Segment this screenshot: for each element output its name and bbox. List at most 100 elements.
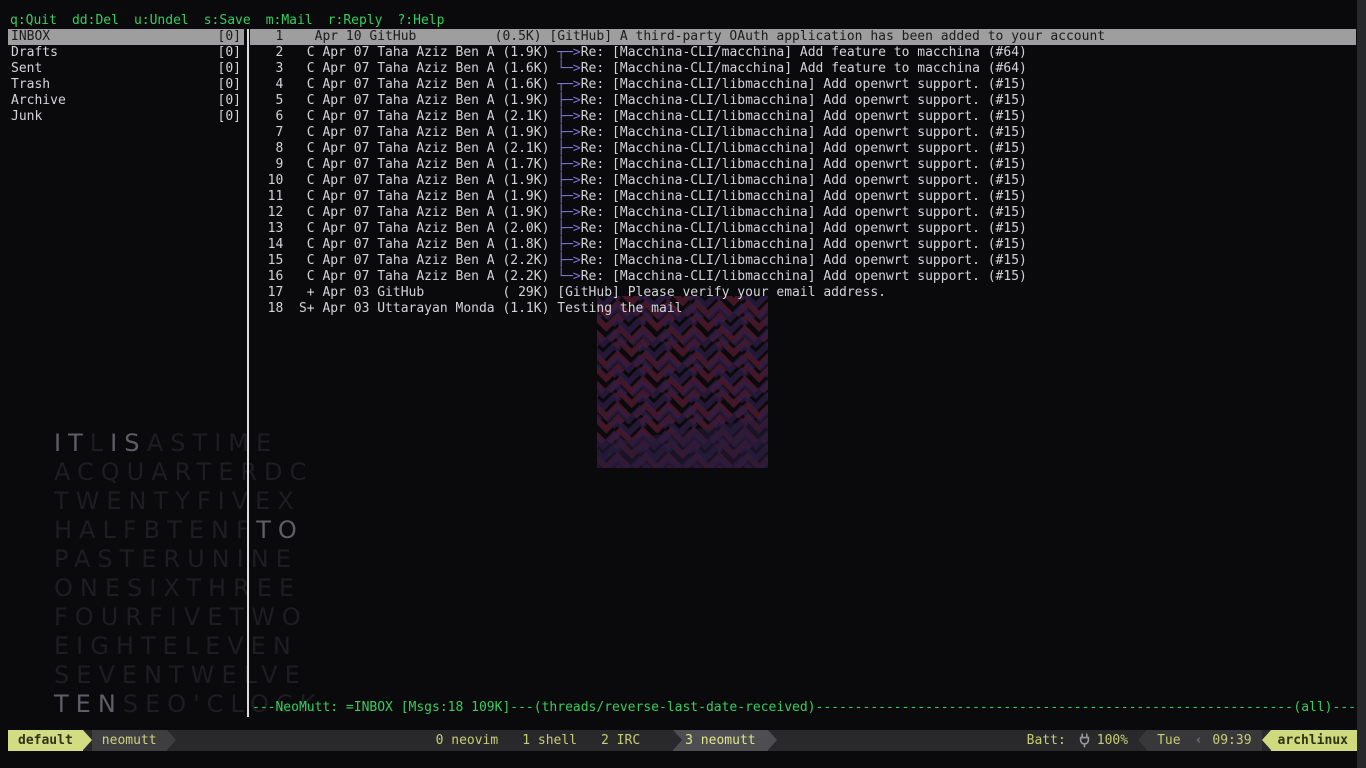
mail-row[interactable]: 17 + Apr 03 GitHub ( 29K) [GitHub] Pleas…: [250, 285, 1356, 301]
thread-arrow-icon: └─>: [557, 269, 580, 284]
wordclock-letters: IT: [54, 429, 90, 457]
mail-row[interactable]: 7 C Apr 07 Taha Aziz Ben A (1.9K) ├─>Re:…: [250, 125, 1356, 141]
mail-subject: Re: [Macchina-CLI/macchina] Add feature …: [581, 45, 1027, 60]
powerline-arrow-icon: [83, 730, 92, 750]
mail-row[interactable]: 11 C Apr 07 Taha Aziz Ben A (1.9K) ├─>Re…: [250, 189, 1356, 205]
menu-item-del[interactable]: dd:Del: [72, 13, 119, 28]
mail-meta: 1 Apr 10 GitHub (0.5K): [252, 29, 549, 44]
mail-row[interactable]: 6 C Apr 07 Taha Aziz Ben A (2.1K) ├─>Re:…: [250, 109, 1356, 125]
mail-row[interactable]: 3 C Apr 07 Taha Aziz Ben A (1.6K) └─>Re:…: [250, 61, 1356, 77]
mail-list: 1 Apr 10 GitHub (0.5K) [GitHub] A third-…: [250, 29, 1356, 317]
status-sort-all: (all)---: [1293, 700, 1356, 716]
menu-item-quit[interactable]: q:Quit: [10, 13, 57, 28]
wordclock-row: ACQUARTERDC: [54, 458, 322, 487]
menu-item-save[interactable]: s:Save: [204, 13, 251, 28]
power-plug-icon: [1078, 733, 1091, 748]
datetime-segment: Tue ‹ 09:39: [1147, 730, 1261, 751]
battery-label: Batt:: [1027, 730, 1072, 751]
mail-row[interactable]: 5 C Apr 07 Taha Aziz Ben A (1.9K) ├─>Re:…: [250, 93, 1356, 109]
mailbox-count: [0]: [218, 109, 241, 125]
thread-arrow-icon: ┬─>: [557, 45, 580, 60]
wordclock-letters: HALFBTENF: [54, 516, 256, 544]
maze-pattern-wallpaper: [597, 296, 768, 468]
mail-subject: Re: [Macchina-CLI/libmacchina] Add openw…: [581, 237, 1027, 252]
mail-row[interactable]: 8 C Apr 07 Taha Aziz Ben A (2.1K) ├─>Re:…: [250, 141, 1356, 157]
mail-subject: Re: [Macchina-CLI/libmacchina] Add openw…: [581, 77, 1027, 92]
wordclock-letters: FOURFIVETWO: [54, 603, 308, 631]
wordclock-row: ITLISASTIME: [54, 429, 322, 458]
tmux-window-2-IRC[interactable]: 2 IRC: [601, 730, 640, 751]
tmux-session-name[interactable]: default: [8, 730, 83, 751]
tmux-window-0-neovim[interactable]: 0 neovim: [436, 730, 499, 751]
mailbox-name: Trash: [11, 77, 50, 93]
sidebar-item-inbox[interactable]: INBOX[0]: [8, 29, 244, 45]
mail-subject: [GitHub] Please verify your email addres…: [557, 285, 886, 300]
thread-arrow-icon: ├─>: [557, 125, 580, 140]
wordclock-letters: TEN: [54, 690, 123, 718]
thread-arrow-icon: ├─>: [557, 173, 580, 188]
weekday-label: Tue: [1147, 730, 1188, 751]
menu-item-undel[interactable]: u:Undel: [134, 13, 189, 28]
thread-arrow-icon: ├─>: [557, 221, 580, 236]
mailbox-count: [0]: [218, 93, 241, 109]
mail-meta: 16 C Apr 07 Taha Aziz Ben A (2.2K): [252, 269, 557, 284]
mail-row[interactable]: 14 C Apr 07 Taha Aziz Ben A (1.8K) ├─>Re…: [250, 237, 1356, 253]
window-list: 0 neovim 1 shell 2 IRC 3 neomutt: [424, 730, 789, 751]
mail-subject: Re: [Macchina-CLI/libmacchina] Add openw…: [581, 93, 1027, 108]
mail-meta: 3 C Apr 07 Taha Aziz Ben A (1.6K): [252, 61, 557, 76]
wordclock-letters: ONESIXTHREE: [54, 574, 301, 602]
tmux-bar-spacer: [176, 730, 424, 751]
sidebar-item-drafts[interactable]: Drafts[0]: [8, 45, 244, 61]
tmux-window-3-neomutt[interactable]: 3 neomutt: [673, 730, 767, 751]
thread-arrow-icon: ├─>: [557, 205, 580, 220]
wordclock-row: EIGHTELEVEN: [54, 632, 322, 661]
mail-row[interactable]: 18 S+ Apr 03 Uttarayan Monda (1.1K) Test…: [250, 301, 1356, 317]
mail-row[interactable]: 4 C Apr 07 Taha Aziz Ben A (1.6K) ┬─>Re:…: [250, 77, 1356, 93]
sidebar-item-archive[interactable]: Archive[0]: [8, 93, 244, 109]
mail-meta: 6 C Apr 07 Taha Aziz Ben A (2.1K): [252, 109, 557, 124]
powerline-arrow-icon: [1262, 730, 1271, 750]
mail-row[interactable]: 9 C Apr 07 Taha Aziz Ben A (1.7K) ├─>Re:…: [250, 157, 1356, 173]
thread-arrow-icon: ├─>: [557, 189, 580, 204]
sidebar-item-trash[interactable]: Trash [0]: [8, 77, 244, 93]
mail-subject: Re: [Macchina-CLI/libmacchina] Add openw…: [581, 189, 1027, 204]
mail-row[interactable]: 13 C Apr 07 Taha Aziz Ben A (2.0K) ├─>Re…: [250, 221, 1356, 237]
menu-item-help[interactable]: ?:Help: [397, 13, 444, 28]
mail-meta: 17 + Apr 03 GitHub ( 29K): [252, 285, 557, 300]
wordclock-letters: TO: [256, 516, 304, 544]
sidebar-item-junk[interactable]: Junk [0]: [8, 109, 244, 125]
thread-arrow-icon: ┬─>: [557, 77, 580, 92]
menu-item-mail[interactable]: m:Mail: [266, 13, 313, 28]
wordclock-letters: ACQUARTERDC: [54, 458, 313, 486]
mail-row[interactable]: 1 Apr 10 GitHub (0.5K) [GitHub] A third-…: [250, 29, 1356, 45]
mail-subject: Re: [Macchina-CLI/libmacchina] Add openw…: [581, 109, 1027, 124]
desktop-edge-strip: [1357, 0, 1366, 768]
mail-subject: Re: [Macchina-CLI/libmacchina] Add openw…: [581, 253, 1027, 268]
mail-row[interactable]: 12 C Apr 07 Taha Aziz Ben A (1.9K) ├─>Re…: [250, 205, 1356, 221]
powerline-arrow-icon: [167, 730, 176, 750]
mail-meta: 18 S+ Apr 03 Uttarayan Monda (1.1K): [252, 301, 557, 316]
thread-arrow-icon: ├─>: [557, 93, 580, 108]
mail-meta: 5 C Apr 07 Taha Aziz Ben A (1.9K): [252, 93, 557, 108]
mailbox-name: Drafts: [11, 45, 58, 61]
mailbox-name: Junk: [11, 109, 42, 125]
mail-meta: 2 C Apr 07 Taha Aziz Ben A (1.9K): [252, 45, 557, 60]
wordclock-row: PASTERUNINE: [54, 545, 322, 574]
mail-meta: 15 C Apr 07 Taha Aziz Ben A (2.2K): [252, 253, 557, 268]
thread-arrow-icon: ├─>: [557, 109, 580, 124]
mail-row[interactable]: 2 C Apr 07 Taha Aziz Ben A (1.9K) ┬─>Re:…: [250, 45, 1356, 61]
tmux-window-1-shell[interactable]: 1 shell: [522, 730, 577, 751]
status-text: ---NeoMutt: =INBOX [Msgs:18 109K]---(thr…: [252, 700, 816, 716]
tmux-pane-title: neomutt: [92, 730, 167, 751]
mailbox-count: [0]: [218, 61, 241, 77]
menu-item-reply[interactable]: r:Reply: [328, 13, 383, 28]
mail-subject: Re: [Macchina-CLI/libmacchina] Add openw…: [581, 221, 1027, 236]
mail-row[interactable]: 15 C Apr 07 Taha Aziz Ben A (2.2K) ├─>Re…: [250, 253, 1356, 269]
mail-row[interactable]: 10 C Apr 07 Taha Aziz Ben A (1.9K) ├─>Re…: [250, 173, 1356, 189]
mail-meta: 9 C Apr 07 Taha Aziz Ben A (1.7K): [252, 157, 557, 172]
mailbox-count: [0]: [218, 77, 241, 93]
sidebar-item-sent[interactable]: Sent[0]: [8, 61, 244, 77]
hostname-label: archlinux: [1271, 730, 1357, 751]
wordclock-row: ONESIXTHREE: [54, 574, 322, 603]
mail-row[interactable]: 16 C Apr 07 Taha Aziz Ben A (2.2K) └─>Re…: [250, 269, 1356, 285]
